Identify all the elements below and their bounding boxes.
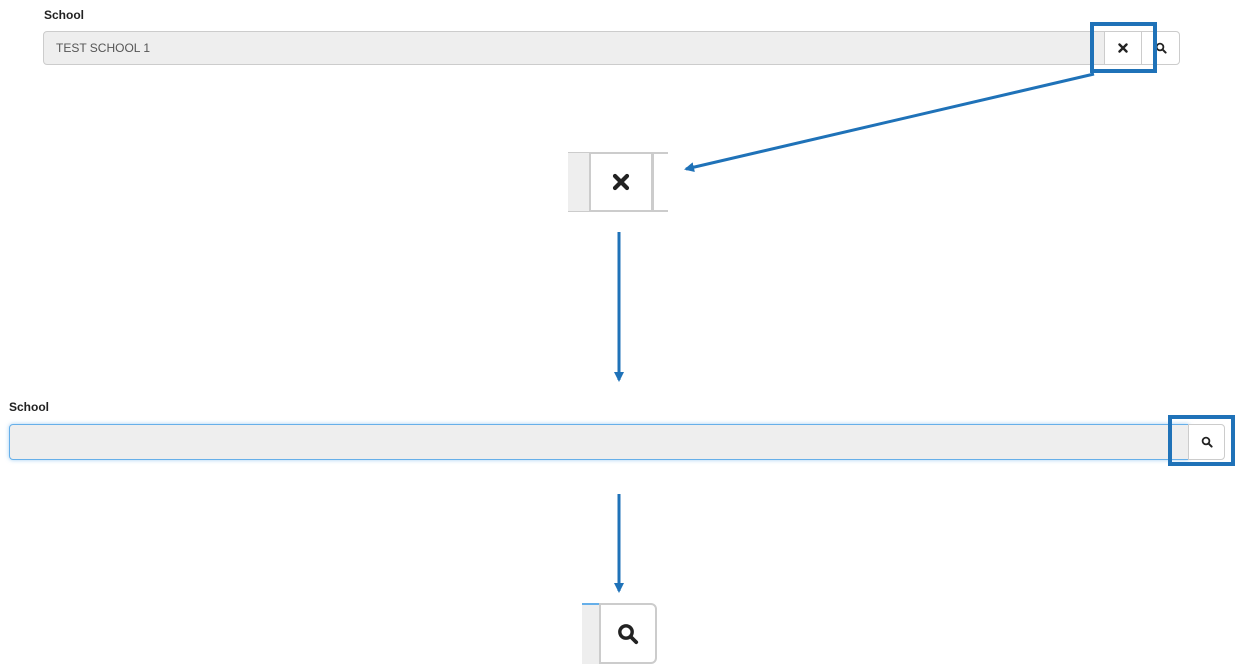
arrow-to-zoom-clear — [684, 72, 1095, 173]
flow-arrows — [614, 72, 1095, 593]
